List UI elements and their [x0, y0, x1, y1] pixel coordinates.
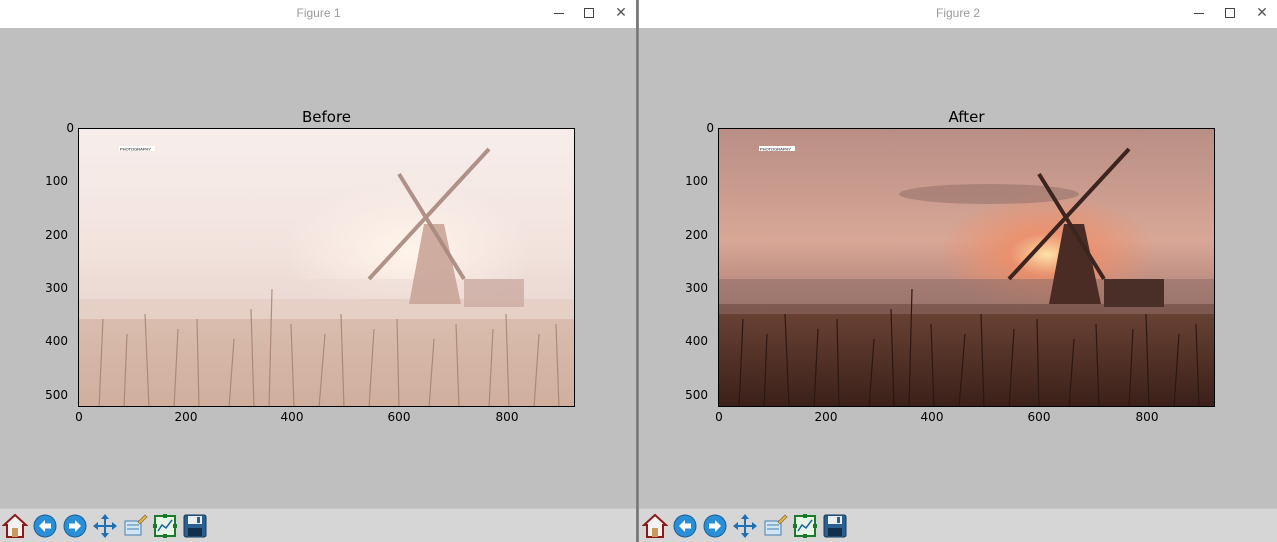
zoom-to-rect-button[interactable] — [152, 513, 178, 539]
forward-arrow-icon — [63, 514, 87, 538]
maximize-icon — [584, 8, 594, 18]
minimize-button[interactable] — [548, 2, 570, 24]
close-button[interactable]: ✕ — [1251, 2, 1273, 24]
figure-1-window: Figure 1 ✕ Before PHOTOGRAPHY 0 100 200 … — [0, 0, 637, 542]
window-titlebar[interactable]: Figure 2 ✕ — [639, 0, 1277, 28]
home-button[interactable] — [642, 513, 668, 539]
configure-subplots-icon — [124, 514, 148, 536]
x-tick-label: 800 — [495, 410, 519, 424]
navigation-toolbar — [639, 508, 1277, 542]
configure-subplots-button[interactable] — [122, 513, 148, 539]
watermark-text: PHOTOGRAPHY — [120, 147, 151, 152]
back-arrow-icon — [33, 514, 57, 538]
x-tick-label: 800 — [1135, 410, 1159, 424]
pan-button[interactable] — [92, 513, 118, 539]
y-tick-label: 200 — [45, 228, 68, 242]
y-tick-label: 0 — [66, 121, 74, 135]
figure-canvas[interactable]: Before PHOTOGRAPHY 0 100 200 300 400 500… — [0, 28, 637, 508]
figure-canvas[interactable]: After PHOTOGRAPHY 0 100 200 300 400 500 … — [639, 28, 1277, 508]
save-icon — [823, 514, 847, 538]
y-tick-label: 500 — [45, 388, 68, 402]
x-tick-label: 0 — [715, 410, 723, 424]
window-title: Figure 1 — [296, 6, 341, 20]
forward-button[interactable] — [702, 513, 728, 539]
y-tick-label: 300 — [45, 281, 68, 295]
navigation-toolbar — [0, 508, 637, 542]
zoom-to-rect-icon — [153, 514, 177, 538]
back-button[interactable] — [32, 513, 58, 539]
save-button[interactable] — [182, 513, 208, 539]
pan-button[interactable] — [732, 513, 758, 539]
x-tick-label: 400 — [920, 410, 944, 424]
close-icon: ✕ — [615, 5, 627, 21]
close-icon: ✕ — [1256, 5, 1268, 21]
pan-icon — [733, 514, 757, 538]
minimize-button[interactable] — [1188, 2, 1210, 24]
figure-2-window: Figure 2 ✕ After PHOTOGRAPHY 0 100 200 3… — [639, 0, 1277, 542]
forward-arrow-icon — [703, 514, 727, 538]
save-button[interactable] — [822, 513, 848, 539]
y-tick-label: 200 — [685, 228, 708, 242]
configure-subplots-button[interactable] — [762, 513, 788, 539]
configure-subplots-icon — [764, 514, 788, 536]
maximize-button[interactable] — [1219, 2, 1241, 24]
axes-title: After — [948, 108, 985, 126]
y-tick-label: 100 — [685, 174, 708, 188]
home-icon — [2, 513, 28, 538]
save-icon — [183, 514, 207, 538]
y-tick-label: 300 — [685, 281, 708, 295]
y-tick-label: 400 — [685, 334, 708, 348]
y-tick-label: 500 — [685, 388, 708, 402]
image-axes[interactable]: PHOTOGRAPHY — [78, 128, 575, 407]
x-tick-label: 400 — [280, 410, 304, 424]
close-button[interactable]: ✕ — [610, 2, 632, 24]
x-tick-label: 600 — [1027, 410, 1051, 424]
watermark-text: PHOTOGRAPHY — [760, 147, 791, 152]
window-title: Figure 2 — [935, 6, 981, 20]
image-axes[interactable]: PHOTOGRAPHY — [718, 128, 1215, 407]
x-tick-label: 0 — [75, 410, 83, 424]
back-button[interactable] — [672, 513, 698, 539]
maximize-button[interactable] — [578, 2, 600, 24]
maximize-icon — [1225, 8, 1235, 18]
y-tick-label: 400 — [45, 334, 68, 348]
back-arrow-icon — [673, 514, 697, 538]
minimize-icon — [554, 12, 564, 14]
x-tick-label: 200 — [814, 410, 838, 424]
zoom-to-rect-button[interactable] — [792, 513, 818, 539]
home-icon — [642, 513, 668, 538]
minimize-icon — [1194, 12, 1204, 14]
x-tick-label: 600 — [387, 410, 411, 424]
y-tick-label: 0 — [706, 121, 714, 135]
before-image: PHOTOGRAPHY — [79, 129, 574, 406]
axes-title: Before — [301, 108, 352, 126]
x-tick-label: 200 — [174, 410, 198, 424]
forward-button[interactable] — [62, 513, 88, 539]
window-titlebar[interactable]: Figure 1 ✕ — [0, 0, 637, 28]
after-image: PHOTOGRAPHY — [719, 129, 1214, 406]
home-button[interactable] — [2, 513, 28, 539]
zoom-to-rect-icon — [793, 514, 817, 538]
y-tick-label: 100 — [45, 174, 68, 188]
pan-icon — [93, 514, 117, 538]
